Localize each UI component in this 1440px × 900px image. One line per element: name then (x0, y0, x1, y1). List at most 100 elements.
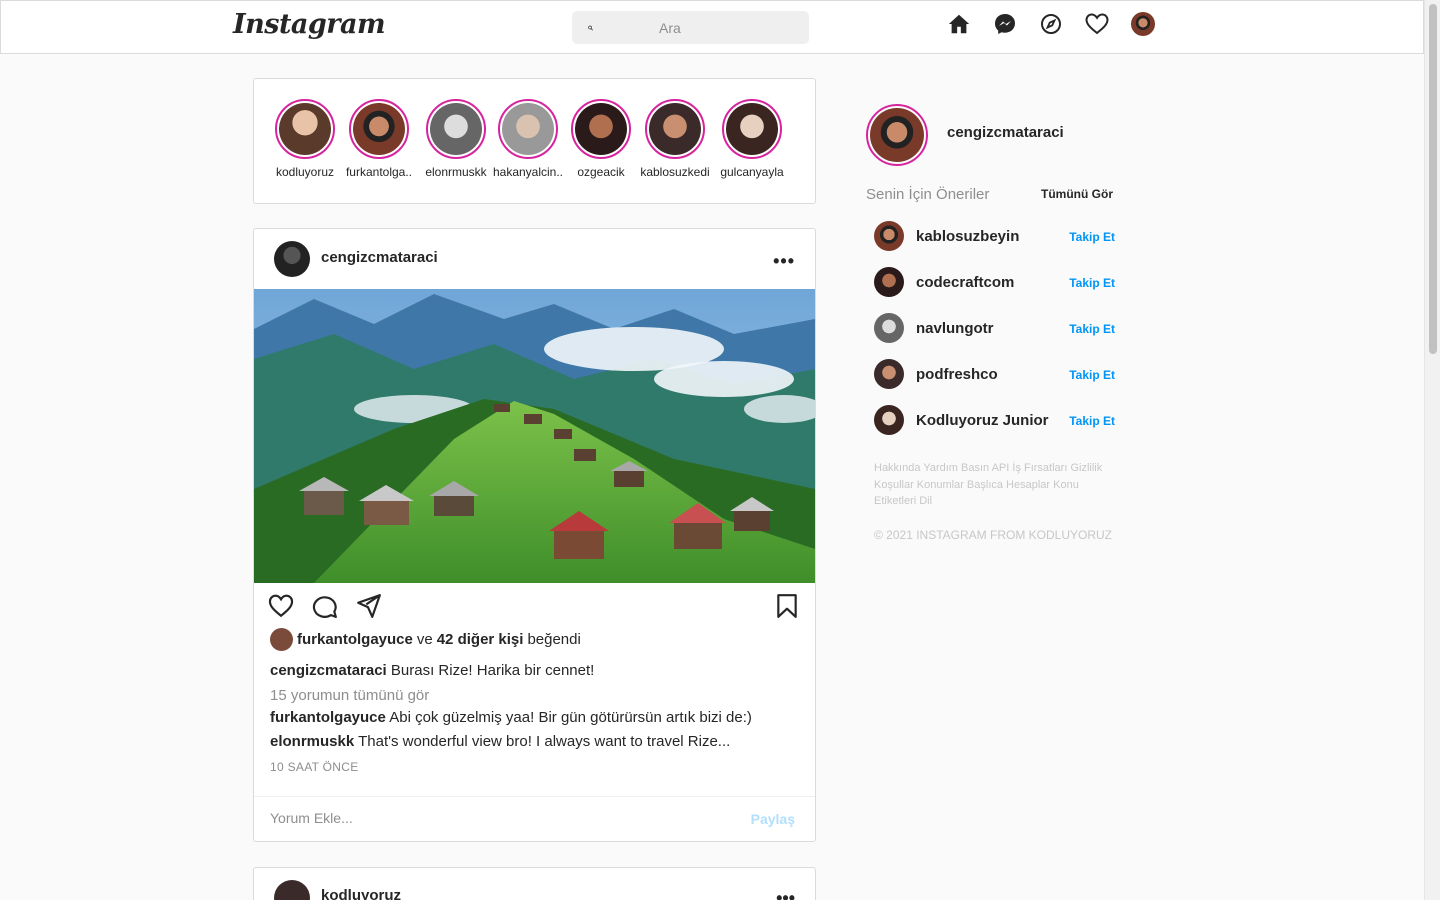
story-ring (349, 99, 409, 159)
avatar (575, 103, 627, 155)
top-navbar: Instagram (0, 0, 1424, 54)
likes-suffix: beğendi (527, 631, 581, 648)
post-image[interactable] (254, 289, 815, 583)
likes-summary: furkantolgayuce ve 42 diğer kişi beğendi (270, 628, 581, 651)
suggestion-username[interactable]: Kodluyoruz Junior (916, 412, 1049, 429)
story-username: kodluyoruz (275, 165, 335, 179)
suggestion-avatar[interactable] (874, 359, 904, 389)
home-icon[interactable] (947, 12, 971, 36)
comment-icon[interactable] (312, 593, 338, 619)
story-username: ozgeacik (577, 165, 625, 179)
comment-item: furkantolgayuce Abi çok güzelmiş yaa! Bi… (270, 709, 752, 726)
suggestion-avatar[interactable] (874, 313, 904, 343)
follow-button[interactable]: Takip Et (1069, 414, 1115, 428)
story-username: furkantolga.. (345, 165, 413, 179)
like-heart-icon[interactable] (268, 593, 294, 619)
story-ring (275, 99, 335, 159)
bookmark-icon[interactable] (774, 593, 800, 619)
story-item[interactable]: elonrmuskk (418, 99, 494, 179)
suggestion-username[interactable]: podfreshco (916, 366, 998, 383)
story-ring (571, 99, 631, 159)
landscape-photo (254, 289, 815, 583)
post-header: cengizcmataraci ••• (254, 229, 815, 289)
post-author-username[interactable]: kodluyoruz (321, 887, 401, 900)
follow-button[interactable]: Takip Et (1069, 322, 1115, 336)
suggestion-item: codecraftcom Takip Et (874, 267, 1115, 299)
suggestion-username[interactable]: kablosuzbeyin (916, 228, 1019, 245)
story-username: kablosuzkedi (640, 165, 710, 179)
current-user-username[interactable]: cengizcmataraci (947, 124, 1064, 141)
avatar (430, 103, 482, 155)
story-item[interactable]: kablosuzkedi (637, 99, 713, 179)
avatar (353, 103, 405, 155)
liker-username[interactable]: furkantolgayuce (297, 631, 413, 648)
nav-icons (947, 12, 1155, 36)
copyright-text: © 2021 INSTAGRAM FROM KODLUYORUZ (874, 528, 1112, 542)
story-username: hakanyalcin.. (492, 165, 564, 179)
story-ring (498, 99, 558, 159)
feed-post: cengizcmataraci ••• furkantolgayuce ve 4… (253, 228, 816, 842)
avatar (502, 103, 554, 155)
caption-text: Burası Rize! Harika bir cennet! (390, 662, 595, 679)
story-item[interactable]: ozgeacik (563, 99, 639, 179)
search-icon (588, 25, 593, 30)
post-timestamp: 10 SAAT ÖNCE (270, 760, 359, 774)
search-box[interactable] (572, 11, 809, 44)
story-item[interactable]: kodluyoruz (267, 99, 343, 179)
search-input[interactable] (659, 19, 809, 36)
story-item[interactable]: gulcanyayla (714, 99, 790, 179)
share-icon[interactable] (356, 593, 382, 619)
comment-username[interactable]: elonrmuskk (270, 733, 354, 750)
suggestion-username[interactable]: codecraftcom (916, 274, 1014, 291)
explore-icon[interactable] (1039, 12, 1063, 36)
comment-text: That's wonderful view bro! I always want… (358, 733, 731, 750)
footer-links[interactable]: Hakkında Yardım Basın API İş Fırsatları … (874, 460, 1119, 510)
current-user-avatar[interactable] (866, 104, 928, 166)
likes-others-link[interactable]: 42 diğer kişi (437, 631, 524, 648)
avatar (279, 103, 331, 155)
suggestion-username[interactable]: navlungotr (916, 320, 994, 337)
stories-tray: kodluyoruz furkantolga.. elonrmuskk haka… (253, 78, 816, 204)
likes-and: ve (416, 631, 433, 648)
profile-avatar[interactable] (1131, 12, 1155, 36)
post-author-avatar[interactable] (274, 880, 310, 900)
page-scrollbar[interactable] (1424, 0, 1440, 900)
messenger-icon[interactable] (993, 12, 1017, 36)
more-options-icon[interactable]: ••• (773, 251, 795, 272)
more-options-icon[interactable]: ••• (776, 888, 795, 900)
post-author-avatar[interactable] (274, 241, 310, 277)
suggestion-item: podfreshco Takip Et (874, 359, 1115, 391)
follow-button[interactable]: Takip Et (1069, 230, 1115, 244)
suggestion-avatar[interactable] (874, 405, 904, 435)
comment-item: elonrmuskk That's wonderful view bro! I … (270, 733, 730, 750)
feed-post: kodluyoruz ••• (253, 867, 816, 900)
follow-button[interactable]: Takip Et (1069, 368, 1115, 382)
post-comment-button[interactable]: Paylaş (751, 811, 795, 827)
scrollbar-thumb[interactable] (1429, 4, 1437, 354)
liker-avatar[interactable] (270, 628, 293, 651)
suggestion-item: kablosuzbeyin Takip Et (874, 221, 1115, 253)
see-all-link[interactable]: Tümünü Gör (1041, 187, 1113, 201)
story-ring (722, 99, 782, 159)
add-comment-bar: Paylaş (254, 796, 815, 842)
story-item[interactable]: hakanyalcin.. (490, 99, 566, 179)
comment-username[interactable]: furkantolgayuce (270, 709, 386, 726)
avatar (649, 103, 701, 155)
comment-text: Abi çok güzelmiş yaa! Bir gün götürürsün… (389, 709, 752, 726)
post-actions (254, 591, 815, 623)
caption-username[interactable]: cengizcmataraci (270, 662, 387, 679)
suggestion-avatar[interactable] (874, 267, 904, 297)
story-username: elonrmuskk (425, 165, 487, 179)
suggestion-avatar[interactable] (874, 221, 904, 251)
view-all-comments-link[interactable]: 15 yorumun tümünü gör (270, 687, 429, 704)
follow-button[interactable]: Takip Et (1069, 276, 1115, 290)
suggestion-item: Kodluyoruz Junior Takip Et (874, 405, 1115, 437)
post-author-username[interactable]: cengizcmataraci (321, 249, 438, 266)
story-item[interactable]: furkantolga.. (341, 99, 417, 179)
current-user: cengizcmataraci (866, 104, 1064, 166)
story-username: gulcanyayla (720, 165, 784, 179)
post-caption: cengizcmataraci Burası Rize! Harika bir … (270, 662, 594, 679)
comment-input[interactable] (270, 810, 670, 826)
instagram-logo[interactable]: Instagram (233, 9, 386, 40)
heart-icon[interactable] (1085, 12, 1109, 36)
